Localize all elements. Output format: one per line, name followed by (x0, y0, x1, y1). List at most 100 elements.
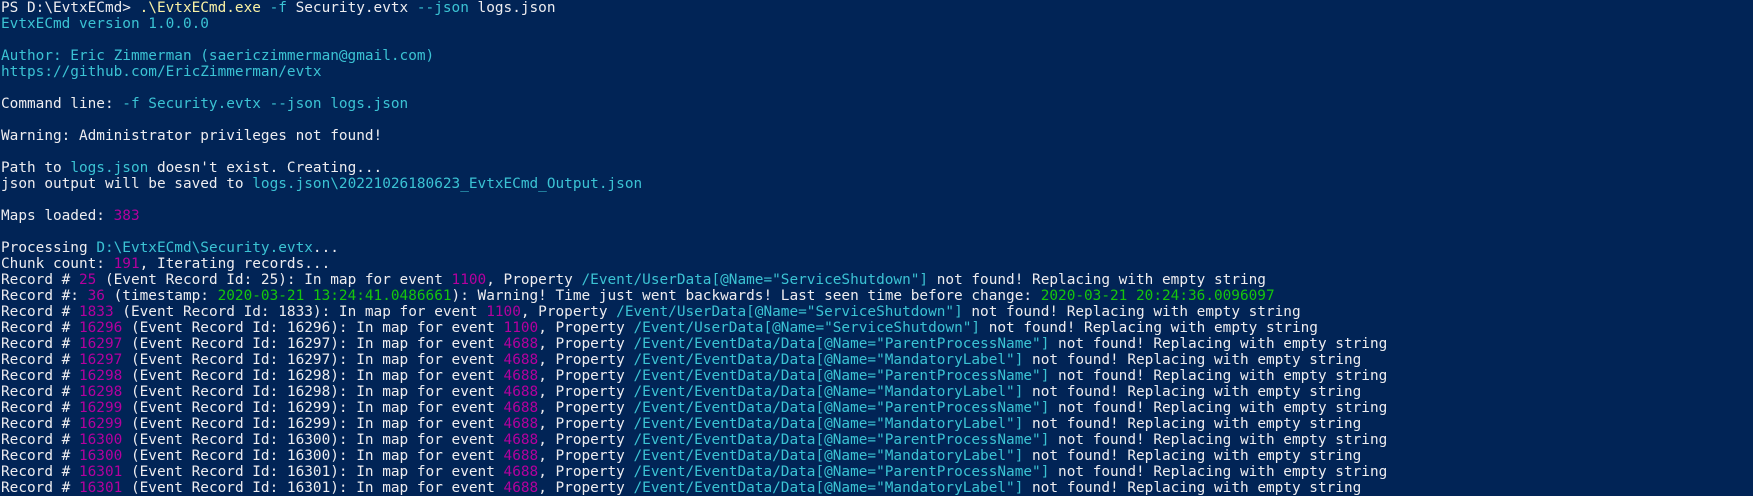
output-line: Command line: -f Security.evtx --json lo… (1, 96, 1753, 112)
output-text: , Property (538, 464, 634, 480)
output-line: Record # 16300 (Event Record Id: 16300):… (1, 448, 1753, 464)
output-text: /Event/EventData/Data[@Name="ParentProce… (633, 432, 1050, 448)
output-text: Record # (1, 368, 79, 384)
output-text: Record # (1, 416, 79, 432)
output-text: Record # (1, 400, 79, 416)
output-text: not found! Replacing with empty string (980, 320, 1318, 336)
output-text: Maps loaded: (1, 208, 114, 224)
output-text: 1100 (486, 304, 521, 320)
output-text: not found! Replacing with empty string (1023, 480, 1362, 496)
output-text: 4688 (503, 384, 539, 400)
output-text: 25 (78, 272, 97, 288)
output-text: , Property (538, 384, 634, 400)
output-text: , Iterating records... (139, 256, 331, 272)
output-text: not found! Replacing with empty string (1049, 336, 1388, 352)
output-text: not found! Replacing with empty string (1049, 400, 1388, 416)
output-text: 16300 (78, 432, 123, 448)
output-text: .\EvtxECmd.exe (139, 0, 261, 16)
output-text: (Event Record Id: 16298): In map for eve… (122, 384, 504, 400)
output-text: Record # (1, 352, 79, 368)
output-text: 4688 (503, 416, 539, 432)
output-text: logs.json (468, 0, 556, 16)
command-prompt-line: PS D:\EvtxECmd> .\EvtxECmd.exe -f Securi… (1, 0, 1753, 16)
output-text: 16298 (78, 368, 123, 384)
terminal-window[interactable]: PS D:\EvtxECmd> .\EvtxECmd.exe -f Securi… (0, 0, 1753, 496)
output-text: /Event/EventData/Data[@Name="MandatoryLa… (633, 416, 1024, 432)
output-text: /Event/EventData/Data[@Name="ParentProce… (633, 336, 1050, 352)
output-text: ... (312, 240, 339, 256)
output-text: (Event Record Id: 16300): In map for eve… (122, 432, 504, 448)
output-text: ): Warning! Time just went backwards! La… (451, 288, 1041, 304)
output-text: , Property (538, 320, 634, 336)
output-line: Record # 16300 (Event Record Id: 16300):… (1, 432, 1753, 448)
output-text: , Property (538, 352, 634, 368)
output-text: Record # (1, 464, 79, 480)
output-text: , Property (538, 368, 634, 384)
output-text: /Event/UserData[@Name="ServiceShutdown"] (581, 272, 929, 288)
output-line: Record # 16299 (Event Record Id: 16299):… (1, 400, 1753, 416)
output-line: Record # 16296 (Event Record Id: 16296):… (1, 320, 1753, 336)
output-text: 4688 (503, 432, 539, 448)
output-text: 1100 (451, 272, 487, 288)
output-line: Maps loaded: 383 (1, 208, 1753, 224)
output-line: Record # 16298 (Event Record Id: 16298):… (1, 368, 1753, 384)
output-text: , Property (486, 272, 582, 288)
output-text: Record # (1, 432, 79, 448)
output-text: 191 (113, 256, 140, 272)
output-text: 16299 (78, 416, 123, 432)
output-text: (timestamp: (104, 288, 218, 304)
output-text: /Event/EventData/Data[@Name="MandatoryLa… (633, 480, 1024, 496)
output-text: 16298 (78, 384, 123, 400)
output-text: /Event/EventData/Data[@Name="MandatoryLa… (633, 352, 1024, 368)
output-text: , Property (538, 448, 634, 464)
output-text: (Event Record Id: 16301): In map for eve… (122, 464, 504, 480)
output-text: , Property (538, 416, 634, 432)
output-text: /Event/UserData[@Name="ServiceShutdown"] (633, 320, 981, 336)
output-line: Record # 16299 (Event Record Id: 16299):… (1, 416, 1753, 432)
output-text: not found! Replacing with empty string (962, 304, 1301, 320)
output-text: Path to (1, 160, 71, 176)
output-text: /Event/EventData/Data[@Name="ParentProce… (633, 368, 1050, 384)
output-text: (Event Record Id: 16299): In map for eve… (122, 416, 504, 432)
output-text: (Event Record Id: 16301): In map for eve… (122, 480, 504, 496)
output-text: 16297 (78, 336, 123, 352)
output-text: (Event Record Id: 16297): In map for eve… (122, 352, 504, 368)
output-text: Chunk count: (1, 256, 114, 272)
output-line: Record # 16301 (Event Record Id: 16301):… (1, 480, 1753, 496)
output-text: Record # (1, 304, 79, 320)
output-text: not found! Replacing with empty string (1023, 384, 1362, 400)
output-text: Record # (1, 448, 79, 464)
output-text: 16301 (78, 480, 123, 496)
output-text: Record # (1, 336, 79, 352)
output-line: Processing D:\EvtxECmd\Security.evtx... (1, 240, 1753, 256)
output-text: , Property (538, 336, 634, 352)
output-text: 4688 (503, 352, 539, 368)
output-text: , Property (520, 304, 617, 320)
output-text: /Event/EventData/Data[@Name="MandatoryLa… (633, 448, 1024, 464)
output-text: Processing (1, 240, 97, 256)
output-text: not found! Replacing with empty string (928, 272, 1266, 288)
output-text: Security.evtx (286, 0, 417, 16)
output-text: 4688 (503, 368, 539, 384)
output-line: Record # 1833 (Event Record Id: 1833): I… (1, 304, 1753, 320)
output-text: logs.json\20221026180623_EvtxECmd_Output… (252, 176, 643, 192)
output-text: (Event Record Id: 25): In map for event (96, 272, 452, 288)
output-text: 4688 (503, 464, 539, 480)
output-text: 36 (87, 288, 105, 304)
output-line: EvtxECmd version 1.0.0.0 (1, 16, 1753, 32)
output-line: json output will be saved to logs.json\2… (1, 176, 1753, 192)
output-line: Record # 16301 (Event Record Id: 16301):… (1, 464, 1753, 480)
output-text: , Property (538, 480, 634, 496)
output-line: Record # 16297 (Event Record Id: 16297):… (1, 352, 1753, 368)
output-line: Record # 25 (Event Record Id: 25): In ma… (1, 272, 1753, 288)
output-text: 4688 (503, 400, 539, 416)
output-text: /Event/EventData/Data[@Name="ParentProce… (633, 400, 1050, 416)
output-text: PS D:\EvtxECmd> (1, 0, 140, 16)
output-text: not found! Replacing with empty string (1049, 464, 1388, 480)
output-text: 16296 (78, 320, 123, 336)
